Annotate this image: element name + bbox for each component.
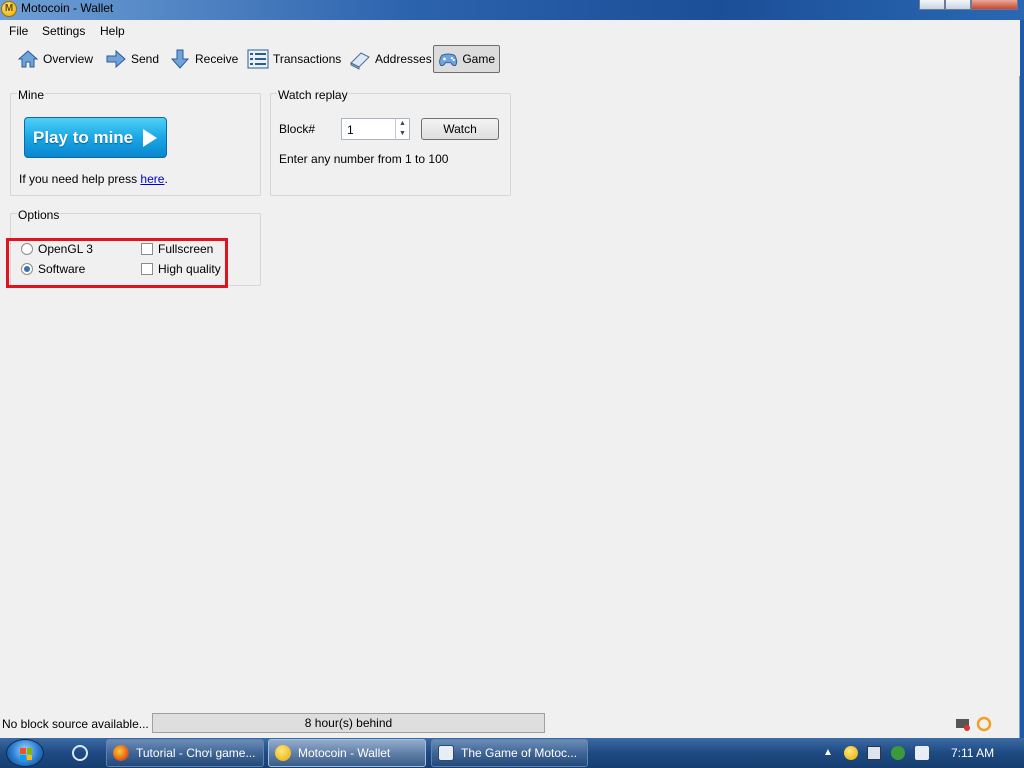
taskbar-item-wallet-label: Motocoin - Wallet [298,746,391,760]
list-icon [247,49,269,69]
block-label: Block# [279,122,316,136]
menu-settings[interactable]: Settings [42,24,85,38]
taskbar-item-game[interactable]: The Game of Motoc... [431,739,588,767]
block-number-value[interactable]: 1 [347,123,354,137]
taskbar: Tutorial - Chơi game... Motocoin - Walle… [0,738,1024,768]
help-link[interactable]: here [140,172,164,186]
tab-receive[interactable]: Receive [169,45,238,73]
block-range-hint: Enter any number from 1 to 100 [279,152,449,166]
tray-shield-icon[interactable] [891,746,905,760]
tray-motocoin-icon[interactable] [844,746,858,760]
firefox-icon [113,745,129,761]
connection-icon [956,719,970,731]
play-arrow-icon [143,128,158,147]
start-button[interactable] [6,739,44,767]
menu-help[interactable]: Help [100,24,125,38]
tray-network-icon[interactable] [867,746,881,760]
maximize-button[interactable] [945,0,971,10]
status-text: No block source available... [2,717,149,731]
house-icon [17,50,39,68]
arrow-right-icon [106,49,126,69]
tab-transactions-label: Transactions [273,52,342,66]
tab-addresses-label: Addresses [375,52,432,66]
tray-volume-icon[interactable] [915,746,929,760]
title-bar[interactable]: M Motocoin - Wallet [0,0,1024,20]
menu-bar: File Settings Help [0,20,1020,42]
sync-icon [976,716,992,732]
taskbar-item-game-label: The Game of Motoc... [461,746,578,760]
tab-send[interactable]: Send [105,45,159,73]
close-button[interactable] [971,0,1018,10]
menu-file[interactable]: File [9,24,28,38]
help-text: If you need help press here. [19,172,168,186]
watch-button[interactable]: Watch [421,118,499,140]
window-title: Motocoin - Wallet [21,1,114,15]
watch-replay-title: Watch replay [277,88,349,102]
taskbar-item-wallet[interactable]: Motocoin - Wallet [268,739,426,767]
system-tray: ▲ 7:11 AM [815,738,1024,768]
windows-logo-icon [20,748,32,760]
spinbox-arrows: ▲ ▼ [395,119,409,139]
game-window-icon [438,745,454,761]
play-to-mine-button[interactable]: Play to mine [24,117,167,158]
taskbar-clock[interactable]: 7:11 AM [951,746,994,760]
options-title: Options [17,208,61,222]
sync-progress-bar: 8 hour(s) behind [152,713,545,733]
play-button-label: Play to mine [33,127,134,147]
status-icons [956,716,992,732]
toolbar: Overview Send Receive Transactions Addre… [0,42,1020,76]
spin-down-icon[interactable]: ▼ [396,129,409,139]
mine-group-title: Mine [17,88,46,102]
tab-overview[interactable]: Overview [17,45,93,73]
tab-transactions[interactable]: Transactions [247,45,341,73]
quick-launch-icon[interactable] [72,745,88,761]
motocoin-icon [275,745,291,761]
taskbar-item-firefox-label: Tutorial - Chơi game... [136,746,256,760]
minimize-button[interactable] [919,0,945,10]
tab-addresses[interactable]: Addresses [349,45,432,73]
tab-overview-label: Overview [43,52,94,66]
watch-replay-group: Watch replay Block# 1 ▲ ▼ Watch Enter an… [270,88,511,196]
block-number-spinbox[interactable]: 1 ▲ ▼ [341,118,410,140]
tab-game-label: Game [462,52,495,66]
book-icon [350,52,370,70]
taskbar-item-firefox[interactable]: Tutorial - Chơi game... [106,739,264,767]
window-client: File Settings Help Overview Send Receive [0,20,1020,738]
mine-group: Mine Play to mine If you need help press… [10,88,261,196]
tab-receive-label: Receive [195,52,239,66]
tray-expand-icon[interactable]: ▲ [823,747,837,761]
spin-up-icon[interactable]: ▲ [396,119,409,129]
motocoin-app-icon: M [1,1,17,17]
gamepad-icon [439,53,458,67]
help-prefix: If you need help press [19,172,141,186]
arrow-down-icon [170,49,190,69]
annotation-highlight-box [6,238,228,288]
tab-send-label: Send [131,52,160,66]
help-suffix: . [164,172,168,186]
tab-game[interactable]: Game [433,45,500,73]
